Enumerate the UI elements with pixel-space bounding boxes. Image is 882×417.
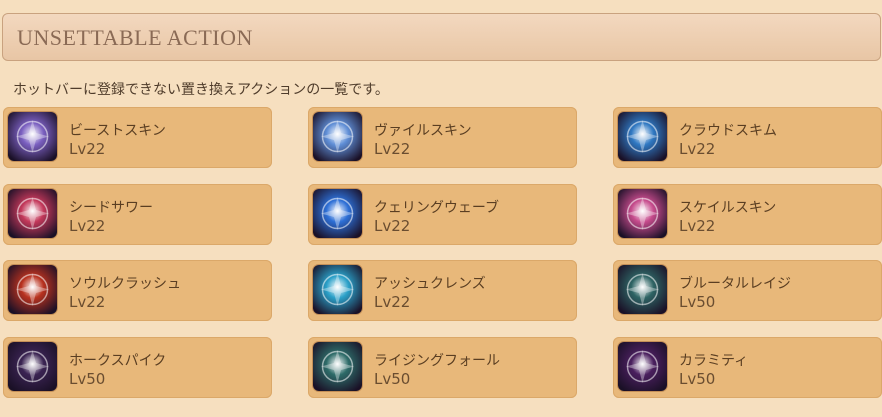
action-card[interactable]: カラミティ Lv50 <box>613 337 882 398</box>
action-card[interactable]: ビーストスキン Lv22 <box>3 107 272 168</box>
action-level: Lv22 <box>679 217 716 235</box>
action-name: スケイルスキン <box>679 200 777 216</box>
action-name: ライジングフォール <box>374 353 500 369</box>
action-card[interactable]: シードサワー Lv22 <box>3 184 272 245</box>
action-card[interactable]: ソウルクラッシュ Lv22 <box>3 260 272 321</box>
action-name: ホークスパイク <box>69 353 167 369</box>
action-card[interactable]: スケイルスキン Lv22 <box>613 184 882 245</box>
vile-skin-icon <box>313 112 362 161</box>
scale-skin-icon <box>618 189 667 238</box>
calamity-icon <box>618 342 667 391</box>
action-level: Lv22 <box>374 217 411 235</box>
beast-skin-icon <box>8 112 57 161</box>
quelling-wave-icon <box>313 189 362 238</box>
action-level: Lv22 <box>374 140 411 158</box>
section-title: UNSETTABLE ACTION <box>17 25 253 50</box>
action-level: Lv22 <box>69 217 106 235</box>
action-name: アッシュクレンズ <box>374 276 486 292</box>
action-level: Lv22 <box>374 293 411 311</box>
action-card[interactable]: クラウドスキム Lv22 <box>613 107 882 168</box>
action-name: クラウドスキム <box>679 123 777 139</box>
section-description: ホットバーに登録できない置き換えアクションの一覧です。 <box>13 82 389 98</box>
action-name: クェリングウェーブ <box>374 200 500 216</box>
soul-crush-icon <box>8 265 57 314</box>
action-card[interactable]: クェリングウェーブ Lv22 <box>308 184 577 245</box>
section-header: UNSETTABLE ACTION <box>2 13 881 61</box>
cloud-skim-icon <box>618 112 667 161</box>
action-name: カラミティ <box>679 353 749 369</box>
action-name: ヴァイルスキン <box>374 123 472 139</box>
brutal-rage-icon <box>618 265 667 314</box>
action-level: Lv22 <box>679 140 716 158</box>
action-level: Lv22 <box>69 140 106 158</box>
action-level: Lv50 <box>374 370 411 388</box>
unsettable-action-panel: UNSETTABLE ACTION ホットバーに登録できない置き換えアクションの… <box>0 0 882 417</box>
seed-sower-icon <box>8 189 57 238</box>
action-name: ソウルクラッシュ <box>69 276 181 292</box>
hawk-spike-icon <box>8 342 57 391</box>
action-card[interactable]: ヴァイルスキン Lv22 <box>308 107 577 168</box>
action-level: Lv50 <box>679 370 716 388</box>
action-card[interactable]: ホークスパイク Lv50 <box>3 337 272 398</box>
action-card[interactable]: ライジングフォール Lv50 <box>308 337 577 398</box>
action-card[interactable]: アッシュクレンズ Lv22 <box>308 260 577 321</box>
action-level: Lv50 <box>69 370 106 388</box>
action-card[interactable]: ブルータルレイジ Lv50 <box>613 260 882 321</box>
action-level: Lv22 <box>69 293 106 311</box>
action-name: ブルータルレイジ <box>679 276 791 292</box>
action-level: Lv50 <box>679 293 716 311</box>
action-name: シードサワー <box>69 200 153 216</box>
rising-fall-icon <box>313 342 362 391</box>
ash-cleanse-icon <box>313 265 362 314</box>
action-name: ビーストスキン <box>69 123 166 139</box>
